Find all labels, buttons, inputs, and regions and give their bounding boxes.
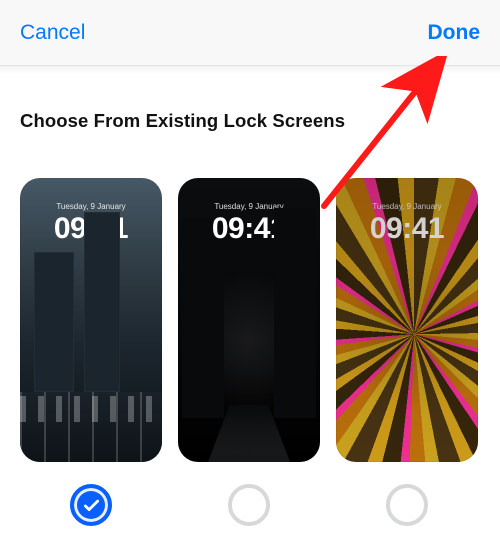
radio-option-2[interactable] [228, 484, 270, 526]
radio-option-1[interactable] [70, 484, 112, 526]
divider [0, 66, 500, 74]
lockscreen-time: 09:41 [20, 212, 162, 246]
checkmark-icon [81, 495, 102, 516]
lockscreen-date: Tuesday, 9 January [20, 202, 162, 211]
cancel-button[interactable]: Cancel [20, 21, 85, 45]
lockscreen-date: Tuesday, 9 January [336, 202, 478, 211]
lockscreen-time: 09:41 [336, 212, 478, 246]
lockscreen-option-1[interactable]: Tuesday, 9 January 09:41 [20, 178, 162, 462]
radio-option-3[interactable] [386, 484, 428, 526]
navigation-bar: Cancel Done [0, 0, 500, 66]
lockscreen-list: Tuesday, 9 January 09:41 Tuesday, 9 Janu… [20, 178, 480, 462]
done-button[interactable]: Done [428, 21, 481, 45]
lockscreen-option-2[interactable]: Tuesday, 9 January 09:41 [178, 178, 320, 462]
lockscreen-time: 09:41 [178, 212, 320, 246]
lockscreen-option-3[interactable]: Tuesday, 9 January 09:41 [336, 178, 478, 462]
lockscreen-date: Tuesday, 9 January [178, 202, 320, 211]
selection-indicators [20, 484, 480, 526]
section-title: Choose From Existing Lock Screens [20, 110, 480, 132]
